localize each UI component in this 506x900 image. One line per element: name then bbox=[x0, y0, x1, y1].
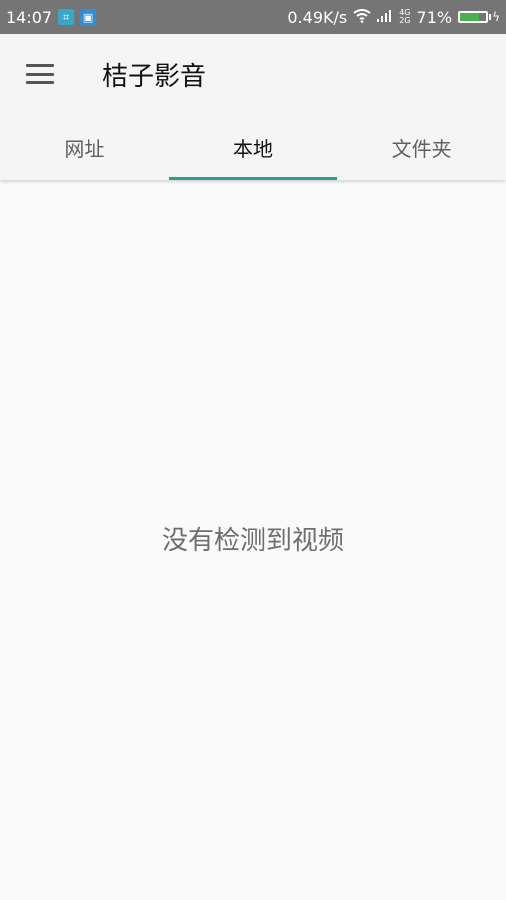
menu-icon-line bbox=[26, 64, 54, 67]
battery-body bbox=[458, 11, 489, 23]
charging-icon: ϟ bbox=[492, 10, 500, 24]
main-content: 没有检测到视频 bbox=[0, 180, 506, 900]
screenshot-notification-icon: ⌗ bbox=[58, 9, 75, 25]
battery-icon: ϟ bbox=[458, 10, 500, 24]
network-speed: 0.49K/s bbox=[287, 7, 348, 27]
network-type: 4G 2G bbox=[399, 9, 410, 25]
wifi-icon bbox=[353, 8, 371, 27]
battery-fill bbox=[460, 13, 479, 21]
status-right: 0.49K/s 4G 2G 71% ϟ bbox=[287, 8, 500, 27]
status-time: 14:07 bbox=[6, 7, 53, 27]
tab-web[interactable]: 网址 bbox=[0, 114, 169, 180]
menu-icon-line bbox=[26, 81, 54, 84]
tab-bar: 网址 本地 文件夹 bbox=[0, 114, 506, 180]
tab-folder[interactable]: 文件夹 bbox=[337, 114, 506, 180]
cell-signal-icon bbox=[377, 8, 393, 27]
status-left: 14:07 ⌗ ▣ bbox=[6, 7, 97, 27]
app-title: 桔子影音 bbox=[102, 61, 207, 92]
network-type-bottom: 2G bbox=[399, 16, 411, 25]
clipboard-notification-icon: ▣ bbox=[80, 9, 97, 25]
battery-cap bbox=[489, 14, 492, 20]
battery-percent: 71% bbox=[416, 7, 453, 27]
app-bar: 桔子影音 bbox=[0, 34, 506, 114]
status-bar: 14:07 ⌗ ▣ 0.49K/s 4G 2G 71% ϟ bbox=[0, 0, 506, 34]
tab-local[interactable]: 本地 bbox=[168, 114, 338, 180]
empty-state-message: 没有检测到视频 bbox=[161, 526, 344, 556]
menu-icon-line bbox=[26, 72, 54, 76]
menu-icon[interactable] bbox=[26, 64, 54, 84]
